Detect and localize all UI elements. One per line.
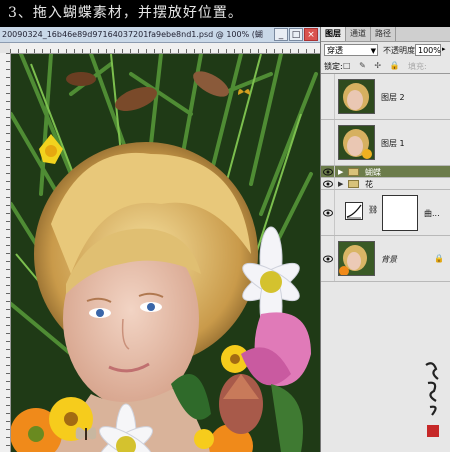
- opacity-arrow-icon[interactable]: ▸: [442, 45, 446, 53]
- panel-tabs: 图层 通道 路径: [321, 27, 450, 42]
- layer-name: 背景: [381, 255, 397, 264]
- lock-fill-row: 锁定: □ ✎ ✢ 🔒 填充:: [321, 59, 450, 74]
- visibility-toggle[interactable]: [321, 178, 335, 189]
- folder-icon: [348, 180, 359, 188]
- eye-icon: [323, 209, 333, 216]
- blend-mode-select[interactable]: 穿透 ▼: [324, 44, 378, 56]
- tab-layers[interactable]: 图层: [321, 27, 346, 41]
- layer-row[interactable]: 背景 🔒: [321, 236, 450, 282]
- layer-name: 曲...: [424, 209, 440, 218]
- opacity-field[interactable]: 100%: [415, 44, 441, 56]
- layer-thumbnail: [338, 79, 375, 114]
- layer-group-row[interactable]: ▶ 蝴蝶: [321, 166, 450, 178]
- layer-thumbnail: [338, 125, 375, 160]
- opacity-label: 不透明度:: [383, 46, 418, 55]
- visibility-toggle[interactable]: [321, 120, 335, 165]
- visibility-toggle[interactable]: [321, 236, 335, 281]
- eye-icon: [323, 180, 333, 187]
- layer-mask-thumbnail[interactable]: [382, 195, 418, 231]
- expand-triangle-icon[interactable]: ▶: [338, 168, 343, 176]
- visibility-toggle[interactable]: [321, 74, 335, 119]
- adjustment-layer-row[interactable]: ⛓ 曲...: [321, 190, 450, 236]
- tab-paths[interactable]: 路径: [371, 27, 396, 41]
- layer-name: 蝴蝶: [365, 168, 381, 177]
- horizontal-ruler[interactable]: [10, 43, 320, 54]
- eye-icon: [323, 255, 333, 262]
- blend-opacity-row: 穿透 ▼ 不透明度: 100% ▸: [321, 42, 450, 59]
- document-title-bar[interactable]: 20090324_16b46e89d97164037201fa9ebe8nd1.…: [0, 27, 320, 43]
- layer-name: 花: [365, 180, 373, 189]
- chevron-down-icon: ▼: [370, 47, 376, 55]
- tutorial-caption: 3、拖入蝴蝶素材，并摆放好位置。: [0, 0, 450, 27]
- document-title: 20090324_16b46e89d97164037201fa9ebe8nd1.…: [2, 30, 263, 39]
- image-canvas[interactable]: [11, 54, 320, 452]
- layer-name: 图层 2: [381, 93, 405, 102]
- artwork: [11, 54, 320, 452]
- document-window: 20090324_16b46e89d97164037201fa9ebe8nd1.…: [0, 27, 320, 452]
- vertical-ruler[interactable]: [0, 53, 11, 452]
- eye-icon: [323, 168, 333, 175]
- lock-options-icons[interactable]: □ ✎ ✢ 🔒: [343, 61, 403, 70]
- visibility-toggle[interactable]: [321, 190, 335, 235]
- maximize-button[interactable]: □: [289, 28, 303, 41]
- signature-stamp: [425, 362, 439, 437]
- lock-icon: 🔒: [434, 254, 444, 263]
- expand-triangle-icon[interactable]: ▶: [338, 180, 343, 188]
- tab-channels[interactable]: 通道: [346, 27, 371, 41]
- visibility-toggle[interactable]: [321, 166, 335, 177]
- folder-icon: [348, 168, 359, 176]
- close-button[interactable]: ×: [304, 28, 318, 41]
- minimize-button[interactable]: _: [274, 28, 288, 41]
- layer-name: 图层 1: [381, 139, 405, 148]
- lock-label: 锁定:: [324, 62, 343, 71]
- layer-row[interactable]: 图层 1: [321, 120, 450, 166]
- curves-adjustment-icon: [345, 202, 363, 220]
- fill-label: 填充:: [408, 62, 427, 71]
- blend-mode-value: 穿透: [327, 46, 343, 55]
- layer-thumbnail: [338, 241, 375, 276]
- layer-row[interactable]: 图层 2: [321, 74, 450, 120]
- layer-group-row[interactable]: ▶ 花: [321, 178, 450, 190]
- link-icon[interactable]: ⛓: [368, 205, 378, 214]
